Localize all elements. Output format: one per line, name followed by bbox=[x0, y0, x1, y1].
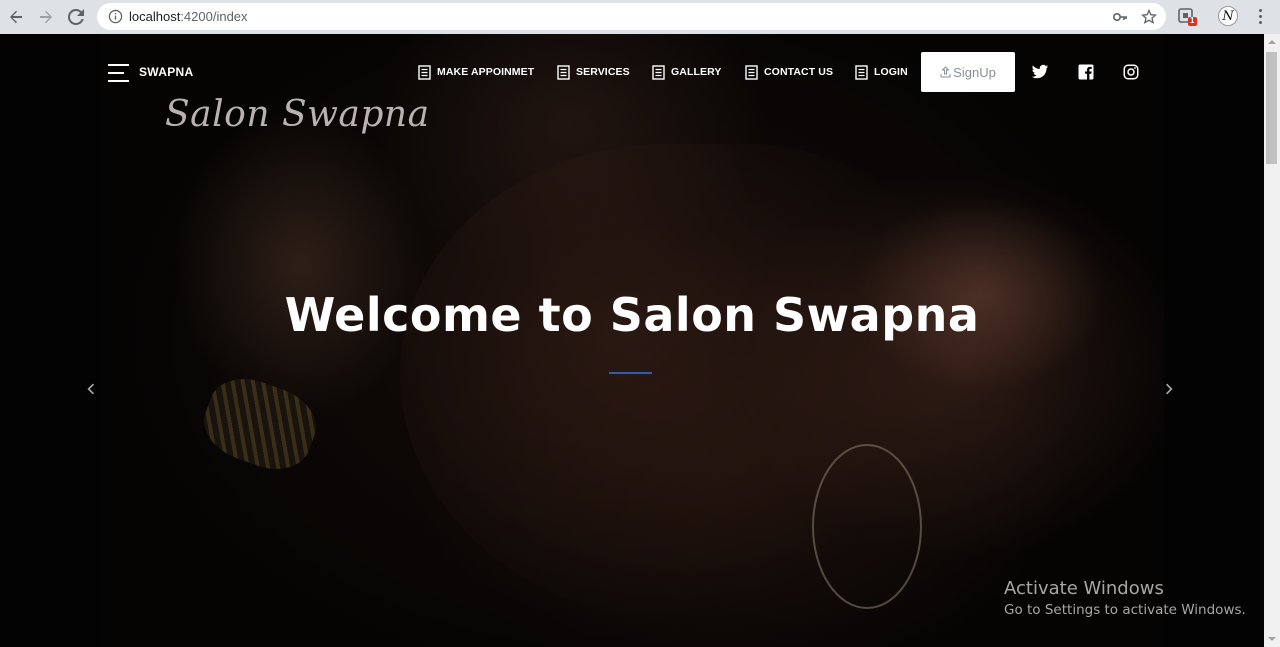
scroll-up-arrow[interactable] bbox=[1268, 40, 1276, 44]
address-bar[interactable]: localhost:4200/index bbox=[97, 3, 1166, 30]
key-icon[interactable] bbox=[1112, 9, 1128, 25]
browser-toolbar: localhost:4200/index 1 N bbox=[0, 0, 1280, 34]
document-icon bbox=[652, 64, 665, 80]
scroll-down-arrow[interactable] bbox=[1268, 637, 1276, 641]
url-path: :4200/index bbox=[180, 9, 248, 24]
nav-item-label: LOGIN bbox=[874, 66, 908, 78]
menu-button[interactable] bbox=[1250, 6, 1270, 26]
profile-initial: N bbox=[1222, 8, 1234, 24]
reload-icon bbox=[68, 9, 84, 25]
document-icon bbox=[418, 64, 431, 80]
hero-divider bbox=[609, 372, 652, 374]
extension-badge: 1 bbox=[1190, 16, 1195, 25]
watermark-subtitle: Go to Settings to activate Windows. bbox=[1004, 602, 1246, 618]
nav-item-label: GALLERY bbox=[671, 66, 722, 78]
star-icon[interactable] bbox=[1141, 9, 1157, 25]
nav-item-contact-us[interactable]: CONTACT US bbox=[745, 63, 833, 81]
nav-item-services[interactable]: SERVICES bbox=[557, 63, 630, 81]
signup-button[interactable]: SignUp bbox=[921, 52, 1015, 92]
instagram-icon[interactable] bbox=[1122, 63, 1140, 81]
burger-line bbox=[108, 72, 124, 74]
nav-item-label: CONTACT US bbox=[764, 66, 834, 78]
upload-icon bbox=[940, 66, 951, 78]
document-icon bbox=[745, 64, 758, 80]
logo-script: Salon Swapna bbox=[165, 94, 430, 135]
carousel-next-button[interactable] bbox=[1162, 382, 1176, 396]
reload-button[interactable] bbox=[65, 6, 87, 28]
watermark-title: Activate Windows bbox=[1004, 578, 1164, 599]
hamburger-menu-icon[interactable] bbox=[108, 64, 129, 82]
nav-item-label: MAKE APPOINMET bbox=[437, 66, 535, 78]
windows-activation-watermark: Activate Windows Go to Settings to activ… bbox=[1004, 578, 1246, 618]
burger-line bbox=[108, 80, 129, 82]
kebab-dot bbox=[1258, 8, 1262, 12]
site-navbar: SWAPNA Salon Swapna MAKE APPOINMET SERVI… bbox=[0, 34, 1264, 135]
arrow-right-icon bbox=[40, 10, 52, 24]
scrollbar-thumb[interactable] bbox=[1266, 52, 1277, 164]
extension-button[interactable]: 1 bbox=[1177, 6, 1197, 26]
brand-name[interactable]: SWAPNA bbox=[139, 65, 193, 79]
burger-line bbox=[108, 64, 129, 66]
document-icon bbox=[855, 64, 868, 80]
forward-button[interactable] bbox=[35, 6, 57, 28]
facebook-icon[interactable] bbox=[1077, 63, 1095, 81]
profile-avatar[interactable]: N bbox=[1218, 6, 1238, 26]
arrow-left-icon bbox=[10, 10, 22, 24]
signup-label: SignUp bbox=[953, 64, 996, 80]
twitter-icon[interactable] bbox=[1031, 63, 1049, 81]
info-icon[interactable] bbox=[108, 9, 123, 24]
carousel-prev-button[interactable] bbox=[84, 382, 98, 396]
nav-item-make-appointment[interactable]: MAKE APPOINMET bbox=[418, 63, 534, 81]
document-icon bbox=[557, 64, 570, 80]
page-scrollbar[interactable] bbox=[1264, 34, 1280, 647]
page-viewport: SWAPNA Salon Swapna MAKE APPOINMET SERVI… bbox=[0, 34, 1264, 647]
nav-item-label: SERVICES bbox=[576, 66, 630, 78]
nav-item-gallery[interactable]: GALLERY bbox=[652, 63, 721, 81]
chevron-right-icon bbox=[1166, 383, 1173, 395]
url-host: localhost bbox=[129, 9, 181, 24]
chevron-left-icon bbox=[87, 383, 94, 395]
kebab-dot bbox=[1258, 20, 1262, 24]
kebab-dot bbox=[1258, 14, 1262, 18]
back-button[interactable] bbox=[5, 6, 27, 28]
nav-item-login[interactable]: LOGIN bbox=[855, 63, 908, 81]
url-text: localhost:4200/index bbox=[129, 9, 248, 24]
hero-title: Welcome to Salon Swapna bbox=[284, 288, 980, 342]
